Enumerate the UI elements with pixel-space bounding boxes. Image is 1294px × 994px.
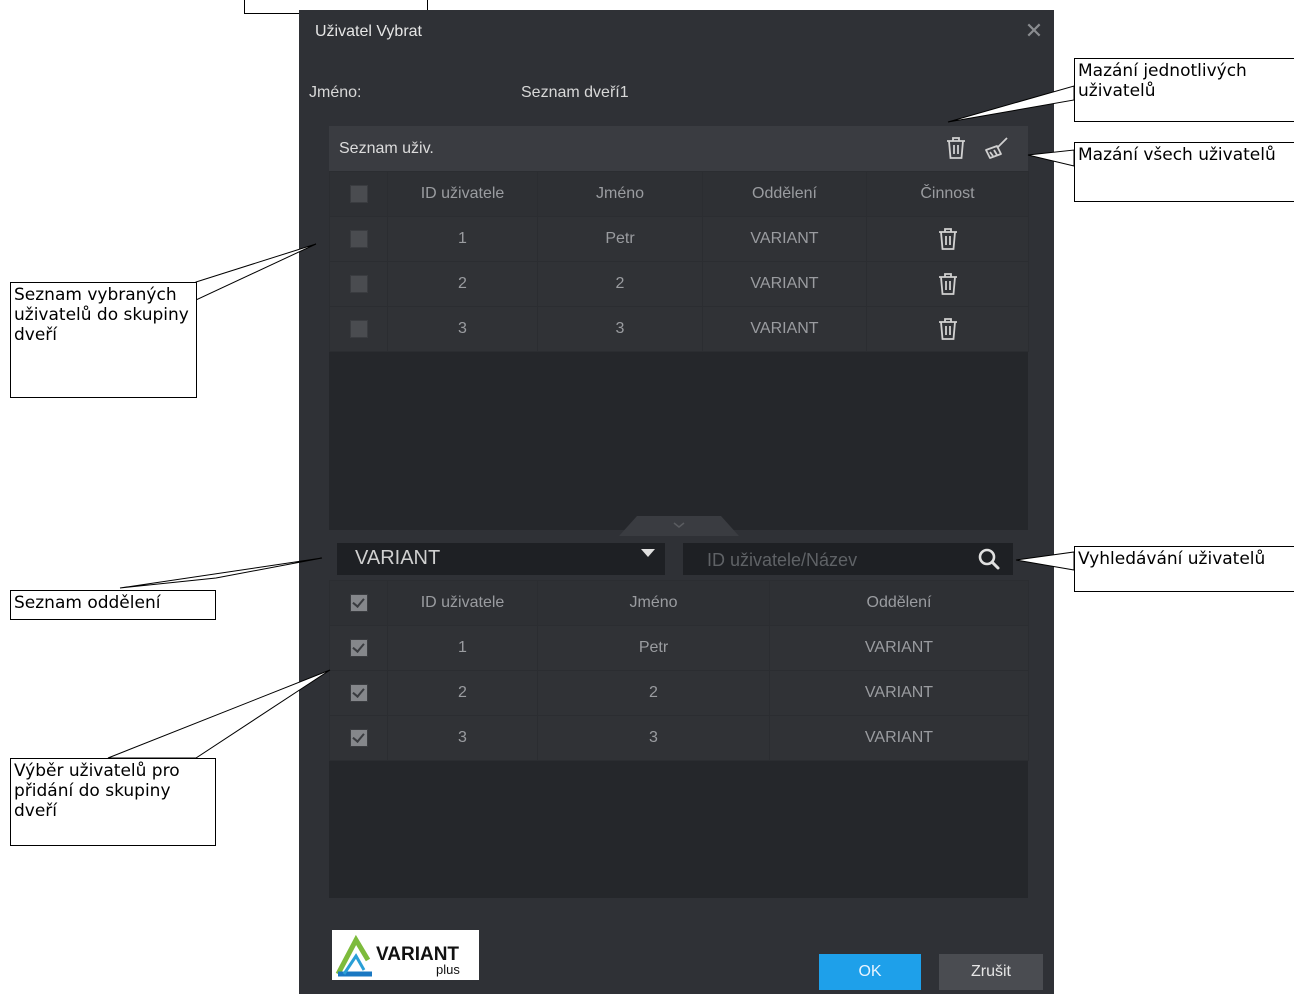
close-icon[interactable]: ✕ [1021,18,1047,44]
user-name-cell: Petr [537,216,703,262]
select-all-cell [329,171,388,217]
table-header-row: ID uživatele Jméno Oddělení Činnost [329,171,1029,217]
callout-department-list: Seznam oddělení [10,590,216,620]
collapse-handle[interactable] [619,514,739,536]
user-id-cell: 1 [387,216,538,262]
department-cell: VARIANT [702,216,867,262]
search-icon[interactable] [977,547,1001,571]
name-label: Jméno: [309,84,362,101]
trash-icon[interactable] [937,317,959,341]
user-name-cell: 2 [537,261,703,307]
leader-select-to-add [107,669,331,759]
select-all-checkbox[interactable] [349,184,368,203]
row-checkbox[interactable] [349,728,368,747]
row-checkbox[interactable] [349,638,368,657]
user-id-cell: 1 [387,625,538,671]
logo-subtext: plus [436,962,460,977]
select-all-checkbox[interactable] [349,593,368,612]
user-select-dialog: Uživatel Vybrat ✕ Jméno: Seznam dveří1 S… [299,10,1054,994]
column-header-user-id: ID uživatele [387,171,538,217]
column-header-name: Jméno [537,580,770,626]
department-dropdown-value: VARIANT [355,547,441,569]
broom-icon [985,137,1008,159]
department-cell: VARIANT [769,670,1029,716]
logo-mark: VARIANT plus [335,934,460,977]
row-checkbox[interactable] [349,683,368,702]
delete-selected-button[interactable] [945,136,971,162]
selected-users-panel: Seznam uživ. ID uživatele Jméno Oddělení… [329,126,1029,530]
column-header-action: Činnost [866,171,1029,217]
department-cell: VARIANT [769,625,1029,671]
table-row: 2 2 VARIANT [329,670,1029,716]
dialog-titlebar: Uživatel Vybrat ✕ [299,10,1054,54]
department-dropdown[interactable]: VARIANT [337,543,665,575]
user-id-cell: 3 [387,715,538,761]
column-header-name: Jméno [537,171,703,217]
table-row: 3 3 VARIANT [329,715,1029,761]
clear-all-button[interactable] [983,136,1009,162]
row-checkbox[interactable] [349,319,368,338]
user-id-cell: 2 [387,670,538,716]
caret-down-icon [641,549,655,557]
selected-users-header: Seznam uživ. [329,126,1028,171]
column-header-user-id: ID uživatele [387,580,538,626]
column-header-department: Oddělení [769,580,1029,626]
available-users-table: ID uživatele Jméno Oddělení 1 Petr VARIA… [329,580,1029,761]
action-cell [866,216,1029,262]
table-row: 1 Petr VARIANT [329,625,1029,671]
department-cell: VARIANT [769,715,1029,761]
table-header-row: ID uživatele Jméno Oddělení [329,580,1029,626]
search-input[interactable] [705,547,959,573]
table-row: 1 Petr VARIANT [329,216,1029,262]
available-users-panel: ID uživatele Jméno Oddělení 1 Petr VARIA… [329,580,1029,898]
row-checkbox[interactable] [349,229,368,248]
user-name-cell: 3 [537,306,703,352]
callout-delete-single: Mazání jednotlivých uživatelů [1074,58,1294,122]
row-checkbox[interactable] [349,274,368,293]
callout-delete-all: Mazání všech uživatelů [1074,142,1294,202]
callout-selected-list: Seznam vybraných uživatelů do skupiny dv… [10,282,197,398]
user-name-cell: Petr [537,625,770,671]
table-row: 3 3 VARIANT [329,306,1029,352]
user-name-cell: 2 [537,670,770,716]
trash-icon [947,137,965,159]
user-id-cell: 3 [387,306,538,352]
department-cell: VARIANT [702,261,867,307]
leader-department [119,557,323,589]
dialog-title: Uživatel Vybrat [315,23,422,40]
selected-users-table: ID uživatele Jméno Oddělení Činnost 1 Pe… [329,171,1029,352]
user-name-cell: 3 [537,715,770,761]
callout-search-users: Vyhledávání uživatelů [1074,546,1294,592]
cancel-button[interactable]: Zrušit [939,954,1043,990]
column-header-department: Oddělení [702,171,867,217]
leader-selected-list [195,243,317,301]
callout-select-to-add: Výběr uživatelů pro přidání do skupiny d… [10,758,216,846]
action-cell [866,261,1029,307]
department-cell: VARIANT [702,306,867,352]
search-box [683,543,1013,575]
ok-button[interactable]: OK [819,954,921,990]
name-value: Seznam dveří1 [521,84,629,101]
action-cell [866,306,1029,352]
user-id-cell: 2 [387,261,538,307]
trash-icon[interactable] [937,272,959,296]
selected-users-title: Seznam uživ. [339,140,434,157]
trash-icon[interactable] [937,227,959,251]
table-row: 2 2 VARIANT [329,261,1029,307]
variant-plus-logo: VARIANT plus [332,930,479,980]
